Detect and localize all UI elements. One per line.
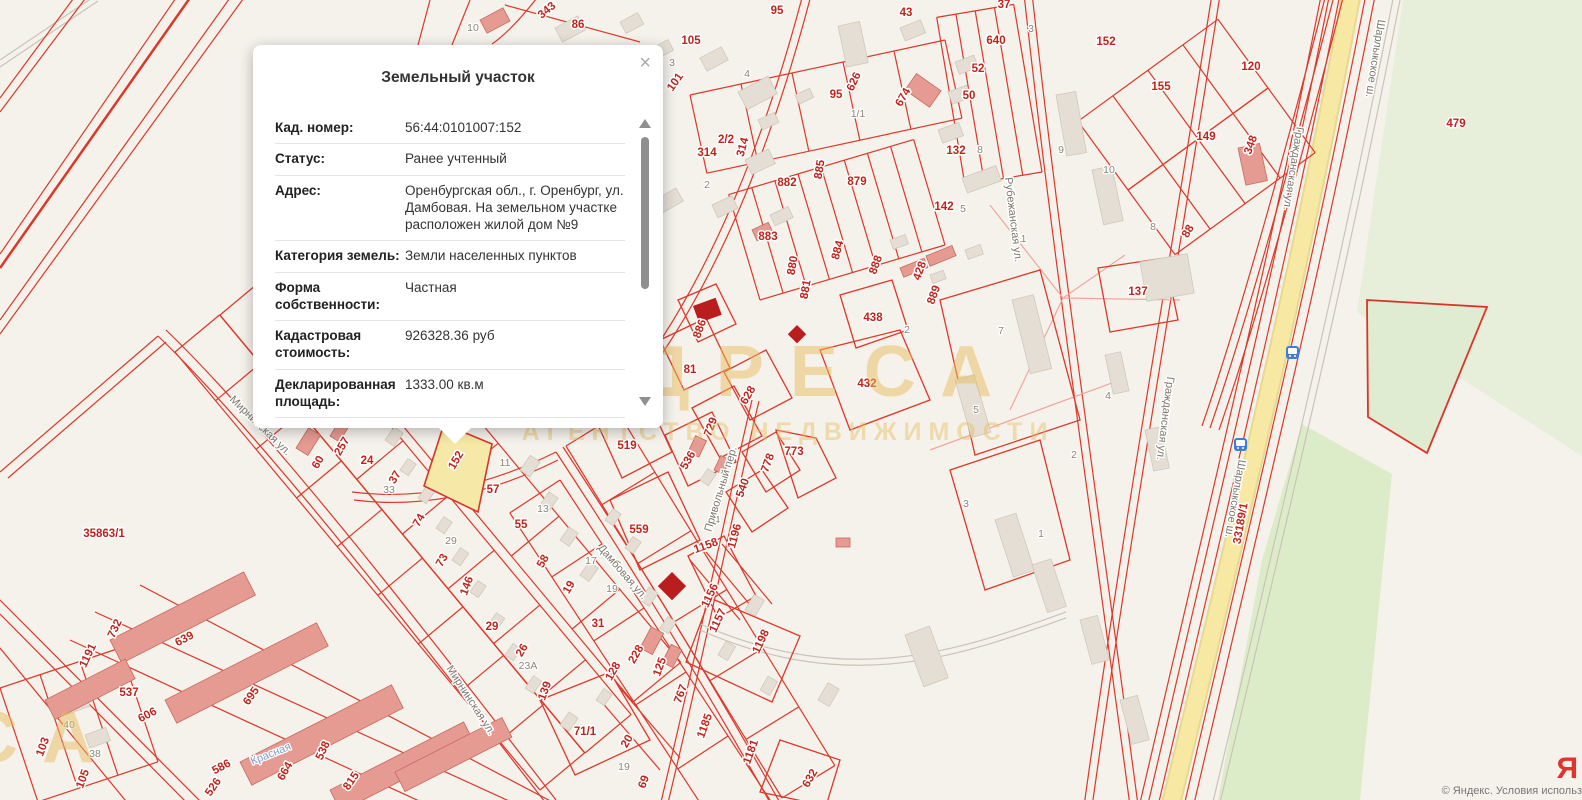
svg-text:152: 152 (1096, 36, 1115, 48)
svg-text:2: 2 (704, 179, 710, 191)
field-value: Оренбургская обл., г. Оренбург, ул. Дамб… (405, 182, 625, 234)
field-value: Ранее учтенный (405, 150, 625, 167)
svg-text:120: 120 (1241, 61, 1260, 73)
svg-text:537: 537 (119, 687, 138, 699)
svg-text:137: 137 (1128, 286, 1147, 298)
svg-text:55: 55 (515, 519, 528, 531)
field-label: Адрес: (275, 182, 405, 234)
yandex-logo[interactable]: Я (1556, 754, 1578, 784)
field-label: Кад. номер: (275, 119, 405, 136)
svg-text:432: 432 (857, 378, 876, 390)
parcel-field-row: Адрес:Оренбургская обл., г. Оренбург, ул… (275, 176, 625, 242)
bus-stop-icon[interactable] (1286, 346, 1299, 359)
svg-text:149: 149 (1196, 131, 1215, 143)
field-value: 1333.00 кв.м (405, 376, 625, 411)
svg-text:519: 519 (617, 440, 636, 452)
svg-text:24: 24 (361, 455, 374, 467)
svg-text:31: 31 (592, 618, 605, 630)
map-attribution[interactable]: © Яндекс. Условия использования (1442, 785, 1582, 797)
svg-text:4: 4 (744, 68, 750, 80)
svg-text:883: 883 (758, 231, 777, 243)
svg-text:2: 2 (904, 324, 910, 336)
svg-text:29: 29 (486, 621, 499, 633)
svg-text:105: 105 (681, 35, 701, 47)
svg-text:3: 3 (963, 498, 969, 510)
svg-text:1/1: 1/1 (851, 108, 866, 120)
svg-text:640: 640 (986, 35, 1005, 47)
svg-text:86: 86 (572, 19, 585, 31)
scroll-down-icon[interactable] (639, 397, 651, 406)
parcel-field-row: Декларированная площадь:1333.00 кв.м (275, 370, 625, 419)
close-icon[interactable]: × (639, 53, 651, 73)
svg-text:132: 132 (946, 145, 965, 157)
field-label: Форма собственности: (275, 279, 405, 314)
svg-text:10: 10 (1103, 164, 1115, 176)
svg-text:11: 11 (500, 457, 511, 469)
map-canvas[interactable]: 343861011059543626956743764052501322/231… (0, 0, 1582, 800)
svg-text:1: 1 (1038, 528, 1044, 540)
scroll-thumb[interactable] (641, 137, 649, 289)
cadastral-map[interactable]: 343861011059543626956743764052501322/231… (0, 0, 1582, 800)
field-label: Статус: (275, 150, 405, 167)
svg-text:29: 29 (445, 535, 457, 547)
parcel-field-row: Кад. номер:56:44:0101007:152 (275, 113, 625, 144)
svg-text:8: 8 (977, 144, 983, 156)
svg-text:142: 142 (934, 201, 953, 213)
svg-text:8: 8 (1150, 221, 1156, 233)
field-label: Кадастровая стоимость: (275, 327, 405, 362)
svg-text:71/1: 71/1 (574, 726, 597, 738)
field-value: 926328.36 руб (405, 327, 625, 362)
svg-text:5: 5 (973, 404, 979, 416)
parcel-field-row: Форма собственности:Частная (275, 273, 625, 322)
svg-text:438: 438 (863, 312, 883, 324)
svg-text:38: 38 (89, 748, 101, 760)
svg-text:43: 43 (900, 7, 913, 19)
svg-text:559: 559 (629, 524, 648, 536)
svg-text:7: 7 (998, 325, 1004, 337)
svg-text:81: 81 (684, 364, 697, 376)
field-label: Категория земель: (275, 247, 405, 264)
svg-text:95: 95 (830, 89, 843, 101)
bus-stop-icon[interactable] (1234, 438, 1247, 451)
svg-text:773: 773 (784, 446, 803, 458)
field-value: 56:44:0101007:152 (405, 119, 625, 136)
svg-text:3: 3 (1028, 23, 1034, 35)
popup-scrollbar[interactable] (639, 119, 651, 406)
popup-title: Земельный участок (253, 69, 663, 87)
parcel-field-row: Кадастровая стоимость:926328.36 руб (275, 321, 625, 370)
svg-text:17: 17 (585, 555, 597, 567)
svg-text:9: 9 (1058, 144, 1064, 156)
svg-text:19: 19 (606, 583, 618, 595)
parcel-field-row: Статус:Ранее учтенный (275, 144, 625, 175)
field-label: Декларированная площадь: (275, 376, 405, 411)
svg-text:95: 95 (771, 5, 784, 17)
svg-text:879: 879 (847, 176, 866, 188)
svg-text:2/2: 2/2 (718, 134, 734, 146)
parcel-field-row: Категория земель:Земли населенных пункто… (275, 241, 625, 272)
svg-text:35863/1: 35863/1 (83, 528, 125, 540)
field-value: Частная (405, 279, 625, 314)
scroll-up-icon[interactable] (639, 119, 651, 128)
svg-text:50: 50 (963, 90, 976, 102)
svg-text:479: 479 (1446, 118, 1465, 130)
svg-text:40: 40 (63, 719, 75, 731)
svg-text:3: 3 (669, 57, 675, 69)
svg-text:57: 57 (487, 484, 500, 496)
svg-text:52: 52 (972, 63, 985, 75)
svg-text:314: 314 (697, 147, 717, 159)
svg-text:2: 2 (1071, 449, 1077, 461)
svg-text:882: 882 (777, 177, 796, 189)
field-value: Земли населенных пунктов (405, 247, 625, 264)
parcel-info-popup: × Земельный участок Кад. номер:56:44:010… (253, 45, 663, 428)
svg-text:155: 155 (1151, 81, 1171, 93)
svg-text:5: 5 (960, 203, 966, 215)
svg-text:13: 13 (537, 503, 549, 515)
svg-text:10: 10 (467, 22, 479, 34)
svg-text:33: 33 (383, 484, 395, 496)
svg-text:23A: 23A (519, 660, 538, 672)
svg-text:4: 4 (1105, 390, 1111, 402)
svg-text:37: 37 (998, 0, 1011, 11)
parcel-fields: Кад. номер:56:44:0101007:152Статус:Ранее… (275, 113, 625, 418)
svg-text:19: 19 (618, 761, 630, 773)
